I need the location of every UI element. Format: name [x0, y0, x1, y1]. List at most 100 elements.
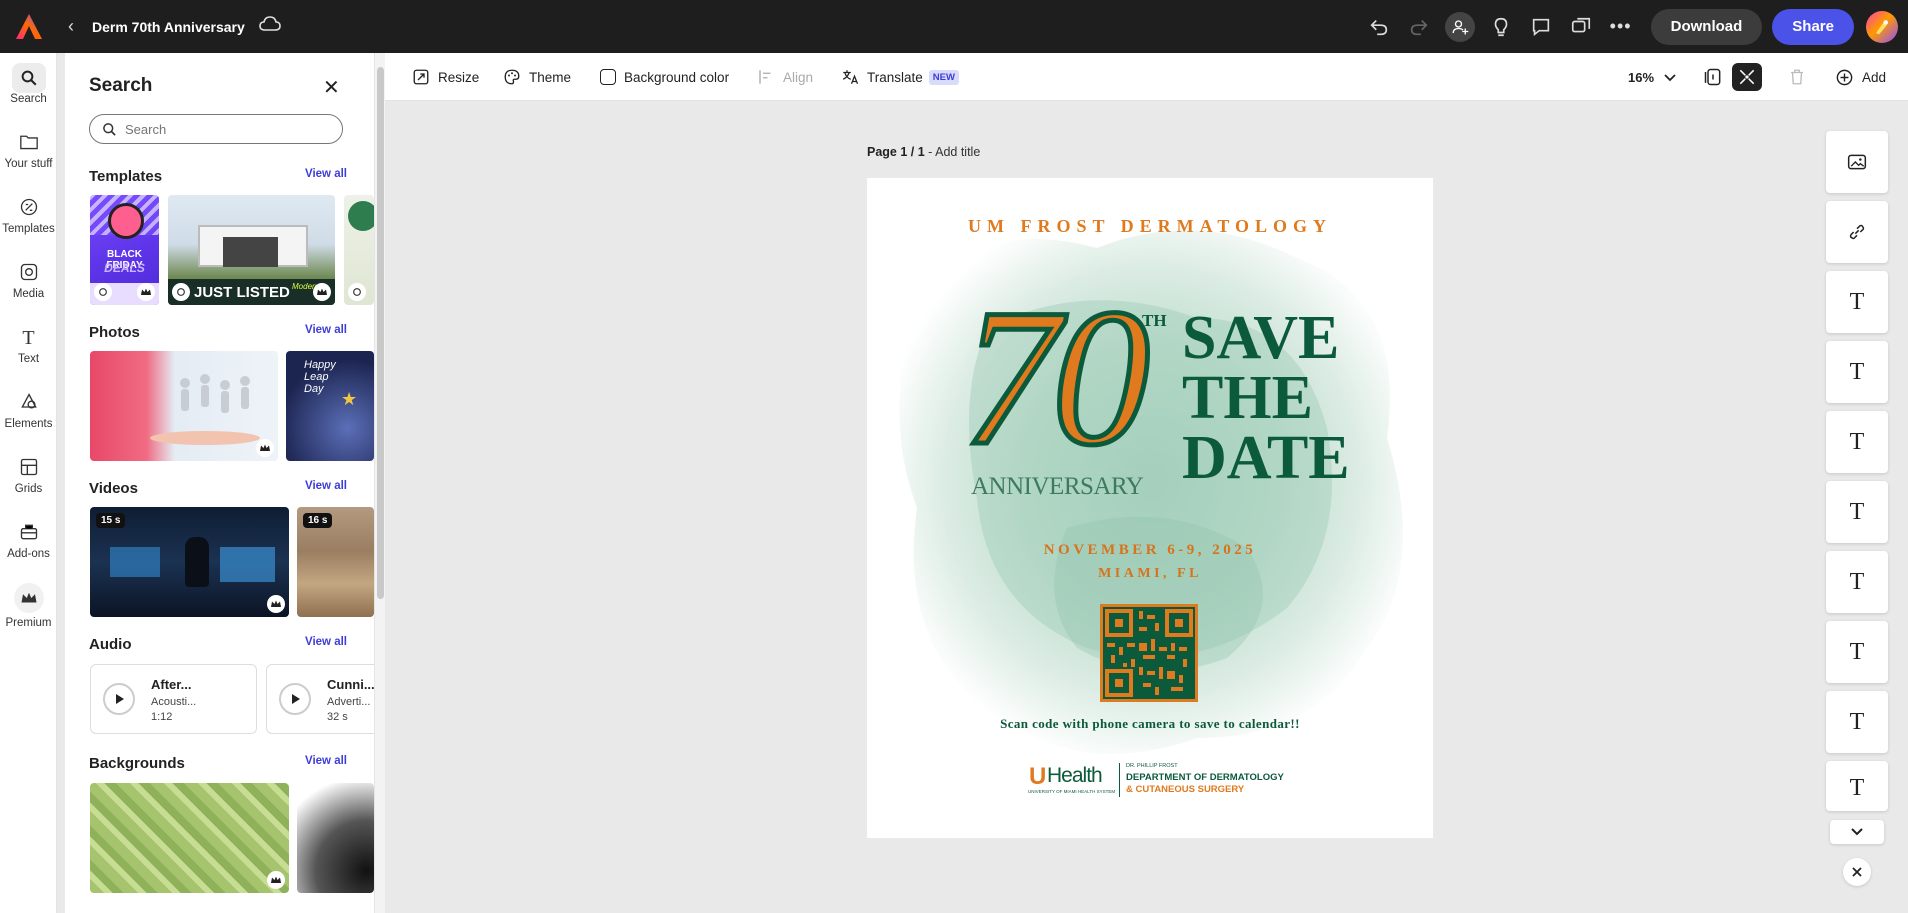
- top-bar: ‹ Derm 70th Anniversary ••• Download Sha…: [0, 0, 1908, 53]
- poster-location[interactable]: MIAMI, FL: [867, 566, 1433, 582]
- person-silhouette: [185, 537, 209, 587]
- page-count-icon[interactable]: [1698, 63, 1728, 91]
- document-title[interactable]: Derm 70th Anniversary: [92, 19, 245, 35]
- folder-icon: [19, 133, 39, 154]
- save-the-date-block[interactable]: SAVE THE DATE: [1182, 307, 1350, 489]
- layer-text-thumbnail[interactable]: T: [1826, 691, 1888, 753]
- search-input[interactable]: [125, 121, 325, 137]
- photo-thumbnail[interactable]: Happy Leap Day ★: [286, 351, 374, 461]
- premium-crown-icon: [256, 439, 274, 457]
- add-title-link[interactable]: - Add title: [925, 145, 980, 159]
- align-button[interactable]: Align: [757, 53, 813, 101]
- audio-card[interactable]: Cunni... Adverti... 32 s: [266, 664, 375, 734]
- back-chevron-icon[interactable]: ‹: [68, 16, 74, 37]
- zoom-dropdown[interactable]: 16%: [1628, 53, 1676, 101]
- premium-crown-icon: [137, 283, 155, 301]
- search-panel-content: Search ✕ Templates View all BLACK FRIDAY…: [65, 53, 375, 913]
- rail-item-grids[interactable]: Grids: [0, 453, 57, 495]
- redo-icon[interactable]: [1399, 7, 1439, 47]
- rail-label: Templates: [2, 223, 55, 235]
- layer-text-thumbnail[interactable]: T: [1826, 481, 1888, 543]
- rail-item-text[interactable]: T Text: [0, 323, 57, 366]
- premium-crown-icon: [267, 595, 285, 613]
- background-thumbnail[interactable]: [90, 783, 289, 893]
- uhealth-logo[interactable]: U Health UNIVERSITY OF MIAMI HEALTH SYST…: [1027, 763, 1284, 799]
- layer-text-thumbnail[interactable]: T: [1826, 341, 1888, 403]
- rail-item-add-ons[interactable]: Add-ons: [0, 518, 57, 560]
- adobe-express-logo-icon[interactable]: [14, 12, 44, 42]
- resize-button[interactable]: Resize: [412, 53, 479, 101]
- panel-scrollbar[interactable]: [374, 53, 385, 913]
- text-icon: T: [1849, 358, 1865, 385]
- videos-view-all-link[interactable]: View all: [305, 480, 347, 492]
- template-thumbnail[interactable]: BLACK FRIDAY DEALS: [90, 195, 159, 305]
- comment-icon[interactable]: [1521, 7, 1561, 47]
- background-color-button[interactable]: Background color: [600, 53, 729, 101]
- backgrounds-view-all-link[interactable]: View all: [305, 755, 347, 767]
- user-avatar[interactable]: [1866, 10, 1898, 43]
- close-icon: [1852, 867, 1862, 877]
- poster-page[interactable]: UM FROST DERMATOLOGY 70 TH ANNIVERSARY S…: [867, 178, 1433, 838]
- poster-header[interactable]: UM FROST DERMATOLOGY: [867, 216, 1433, 237]
- layout-tools-icon[interactable]: [1732, 63, 1762, 91]
- star-icon: ★: [341, 389, 358, 409]
- add-button[interactable]: Add: [1835, 53, 1886, 101]
- play-icon[interactable]: [103, 683, 135, 715]
- left-rail: Search Your stuff Templates Media T Text…: [0, 53, 57, 913]
- poster-superscript[interactable]: TH: [1142, 311, 1167, 331]
- templates-view-all-link[interactable]: View all: [305, 168, 347, 180]
- audio-card[interactable]: After... Acousti... 1:12: [90, 664, 257, 734]
- layer-link-thumbnail[interactable]: [1826, 201, 1888, 263]
- download-button[interactable]: Download: [1650, 8, 1763, 45]
- poster-scan-text[interactable]: Scan code with phone camera to save to c…: [867, 716, 1433, 732]
- cloud-sync-icon[interactable]: [258, 16, 281, 37]
- grids-icon: [19, 457, 39, 480]
- poster-anniversary[interactable]: ANNIVERSARY: [971, 473, 1144, 501]
- rail-item-templates[interactable]: Templates: [0, 193, 57, 235]
- invite-user-icon[interactable]: [1444, 11, 1475, 42]
- rail-item-your-stuff[interactable]: Your stuff: [0, 128, 57, 170]
- audio-view-all-link[interactable]: View all: [305, 636, 347, 648]
- search-field[interactable]: [89, 114, 343, 144]
- template-thumbnail[interactable]: [344, 195, 374, 305]
- qr-code-image[interactable]: [1100, 604, 1198, 702]
- layer-text-thumbnail[interactable]: T: [1826, 411, 1888, 473]
- undo-icon[interactable]: [1359, 7, 1399, 47]
- more-options-icon[interactable]: •••: [1601, 7, 1641, 47]
- rail-item-premium[interactable]: Premium: [0, 583, 57, 629]
- poster-dates[interactable]: NOVEMBER 6-9, 2025: [867, 542, 1433, 559]
- layer-text-thumbnail[interactable]: T: [1826, 761, 1888, 811]
- scrollbar-thumb[interactable]: [377, 67, 384, 599]
- text-icon: T: [1849, 708, 1865, 735]
- layer-image-thumbnail[interactable]: [1826, 131, 1888, 193]
- layers-close-button[interactable]: [1843, 858, 1871, 886]
- poster-70-number[interactable]: 70: [960, 277, 1172, 478]
- save-line: THE: [1182, 364, 1313, 432]
- theme-button[interactable]: Theme: [503, 53, 571, 101]
- photo-thumbnail[interactable]: [90, 351, 278, 461]
- layer-text-thumbnail[interactable]: T: [1826, 271, 1888, 333]
- layer-text-thumbnail[interactable]: T: [1826, 551, 1888, 613]
- play-icon[interactable]: [279, 683, 311, 715]
- new-badge: NEW: [928, 69, 959, 85]
- trash-icon[interactable]: [1782, 63, 1812, 91]
- text-icon: T: [1849, 775, 1865, 801]
- present-icon[interactable]: [1561, 7, 1601, 47]
- lightbulb-icon[interactable]: [1481, 7, 1521, 47]
- background-thumbnail[interactable]: [297, 783, 374, 893]
- rail-item-elements[interactable]: Elements: [0, 388, 57, 430]
- photos-view-all-link[interactable]: View all: [305, 324, 347, 336]
- logo-surgery: & CUTANEOUS SURGERY: [1126, 784, 1245, 795]
- close-icon[interactable]: ✕: [323, 75, 340, 100]
- layers-expand-button[interactable]: [1830, 820, 1884, 844]
- rail-item-search[interactable]: Search: [0, 63, 57, 105]
- video-thumbnail[interactable]: 16 s: [297, 507, 374, 617]
- share-button[interactable]: Share: [1772, 8, 1854, 45]
- rail-item-media[interactable]: Media: [0, 258, 57, 300]
- video-thumbnail[interactable]: 15 s: [90, 507, 289, 617]
- search-panel: Search ✕ Templates View all BLACK FRIDAY…: [65, 53, 385, 913]
- layer-text-thumbnail[interactable]: T: [1826, 621, 1888, 683]
- template-text: DEALS: [104, 261, 145, 275]
- translate-button[interactable]: Translate NEW: [841, 53, 959, 101]
- template-thumbnail[interactable]: JUST LISTED Modern: [168, 195, 335, 305]
